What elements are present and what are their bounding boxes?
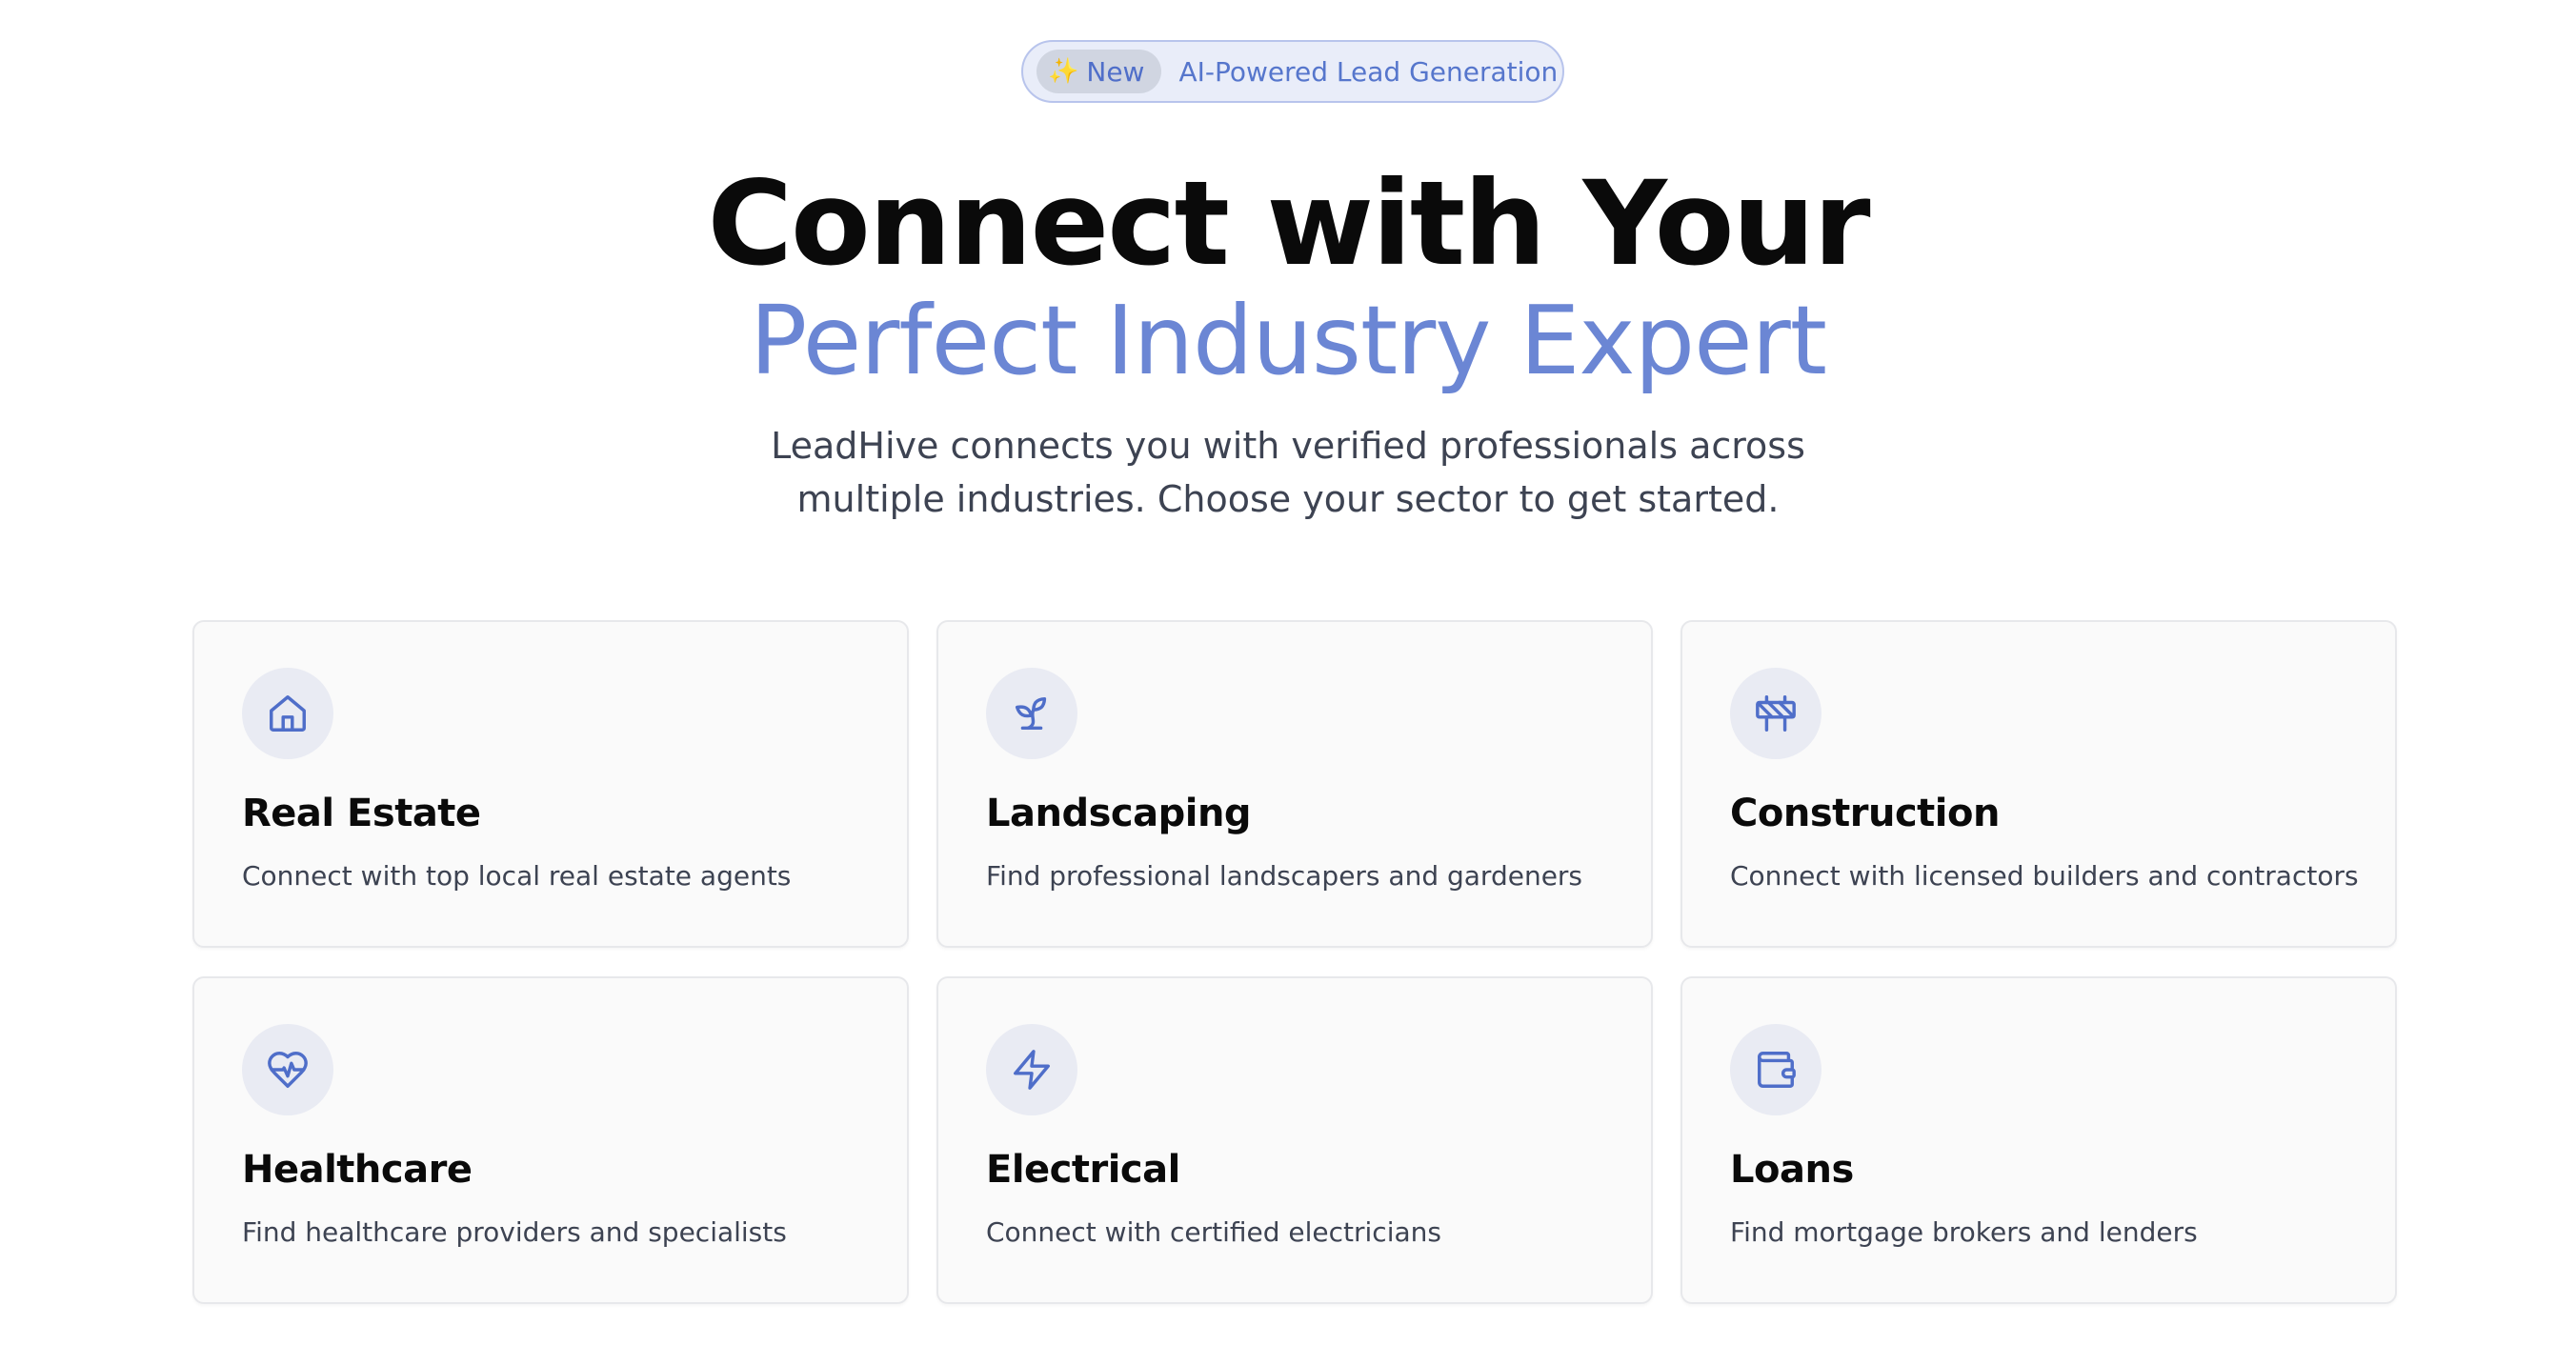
announcement-badge[interactable]: ✨ New AI-Powered Lead Generation (1021, 40, 1564, 103)
wallet-icon (1730, 1024, 1821, 1115)
industry-card-electrical[interactable]: Electrical Connect with certified electr… (936, 976, 1653, 1304)
industry-card-loans[interactable]: Loans Find mortgage brokers and lenders (1680, 976, 2397, 1304)
construction-barrier-icon (1730, 668, 1821, 759)
industry-card-healthcare[interactable]: Healthcare Find healthcare providers and… (192, 976, 909, 1304)
home-icon (242, 668, 333, 759)
card-description: Find professional landscapers and garden… (986, 860, 1583, 892)
new-pill: ✨ New (1036, 50, 1162, 93)
subtitle-line-2: multiple industries. Choose your sector … (796, 478, 1780, 520)
card-description: Connect with top local real estate agent… (242, 860, 792, 892)
sprout-icon (986, 668, 1077, 759)
sparkle-icon: ✨ (1048, 57, 1079, 86)
card-title: Electrical (986, 1148, 1180, 1192)
card-description: Find mortgage brokers and lenders (1730, 1216, 2198, 1248)
industry-card-real-estate[interactable]: Real Estate Connect with top local real … (192, 620, 909, 948)
card-title: Landscaping (986, 792, 1252, 835)
card-description: Connect with certified electricians (986, 1216, 1441, 1248)
card-title: Real Estate (242, 792, 481, 835)
card-title: Construction (1730, 792, 2000, 835)
lightning-icon (986, 1024, 1077, 1115)
badge-text: AI-Powered Lead Generation (1178, 55, 1559, 88)
hero-title: Connect with Your (707, 156, 1870, 291)
industry-card-landscaping[interactable]: Landscaping Find professional landscaper… (936, 620, 1653, 948)
industry-card-construction[interactable]: Construction Connect with licensed build… (1680, 620, 2397, 948)
page: ✨ New AI-Powered Lead Generation Connect… (0, 0, 2576, 1345)
subtitle-line-1: LeadHive connects you with verified prof… (771, 425, 1805, 467)
card-title: Loans (1730, 1148, 1854, 1192)
new-label: New (1086, 55, 1145, 88)
hero-subtitle: LeadHive connects you with verified prof… (716, 419, 1860, 526)
hero-title-highlight: Perfect Industry Expert (750, 285, 1827, 396)
heart-pulse-icon (242, 1024, 333, 1115)
card-description: Connect with licensed builders and contr… (1730, 860, 2359, 892)
card-title: Healthcare (242, 1148, 473, 1192)
card-description: Find healthcare providers and specialist… (242, 1216, 787, 1248)
